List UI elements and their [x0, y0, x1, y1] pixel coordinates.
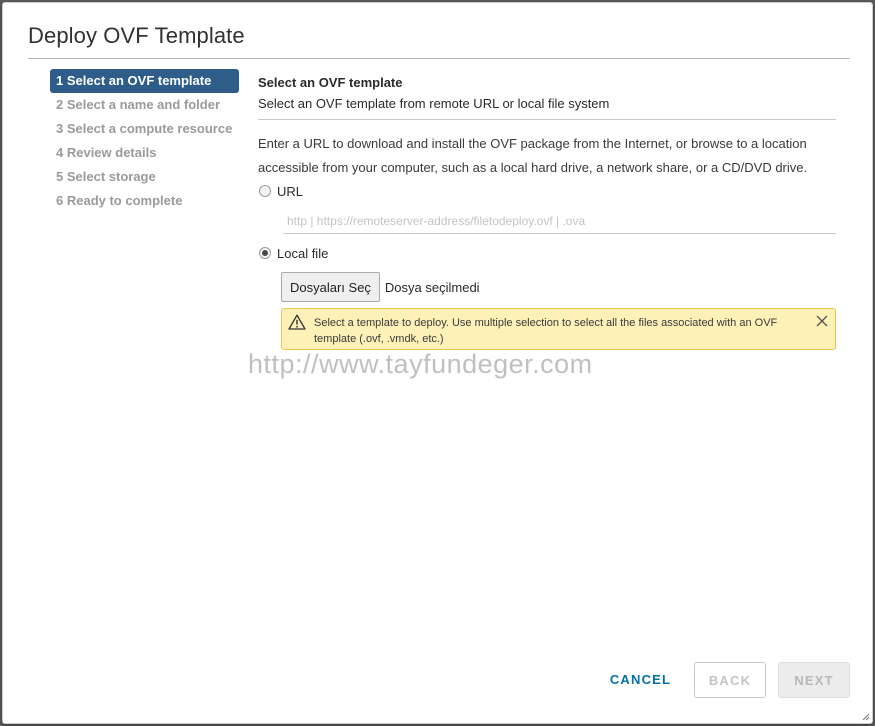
title-divider	[28, 58, 850, 59]
file-chooser: Dosyaları Seç Dosya seçilmedi	[281, 272, 836, 302]
dialog-title: Deploy OVF Template	[28, 23, 245, 48]
url-option[interactable]: URL	[258, 180, 836, 202]
choose-files-button[interactable]: Dosyaları Seç	[281, 272, 380, 302]
section-subtitle: Select an OVF template from remote URL o…	[258, 96, 610, 111]
url-radio-label: URL	[277, 183, 304, 199]
url-radio[interactable]	[259, 185, 271, 197]
main-panel: Select an OVF template Select an OVF tem…	[258, 73, 836, 350]
next-button[interactable]: NEXT	[778, 662, 850, 698]
section-title: Select an OVF template	[258, 75, 403, 90]
section-divider	[258, 119, 836, 120]
warning-triangle-icon	[288, 314, 306, 330]
local-file-radio-label: Local file	[277, 245, 329, 261]
close-icon[interactable]	[815, 314, 829, 328]
step-ready-to-complete[interactable]: 6 Ready to complete	[50, 189, 239, 213]
resize-grip-icon[interactable]	[862, 713, 870, 721]
step-select-storage[interactable]: 5 Select storage	[50, 165, 239, 189]
step-select-name-and-folder[interactable]: 2 Select a name and folder	[50, 93, 239, 117]
local-file-option[interactable]: Local file	[258, 242, 836, 264]
watermark: http://www.tayfundeger.com	[248, 349, 593, 379]
warning-alert: Select a template to deploy. Use multipl…	[281, 308, 836, 350]
step-select-compute-resource[interactable]: 3 Select a compute resource	[50, 117, 239, 141]
warning-text: Select a template to deploy. Use multipl…	[314, 317, 778, 345]
file-status: Dosya seçilmedi	[384, 279, 480, 295]
cancel-button[interactable]: CANCEL	[598, 662, 683, 698]
deploy-ovf-dialog: Deploy OVF Template 1 Select an OVF temp…	[2, 2, 873, 724]
back-button[interactable]: BACK	[694, 662, 766, 698]
description-text: Enter a URL to download and install the …	[258, 136, 808, 175]
local-file-radio[interactable]	[259, 247, 271, 259]
step-select-ovf-template[interactable]: 1 Select an OVF template	[50, 69, 239, 93]
step-review-details[interactable]: 4 Review details	[50, 141, 239, 165]
wizard-steps: 1 Select an OVF template 2 Select a name…	[50, 69, 239, 213]
url-input[interactable]	[283, 208, 836, 234]
